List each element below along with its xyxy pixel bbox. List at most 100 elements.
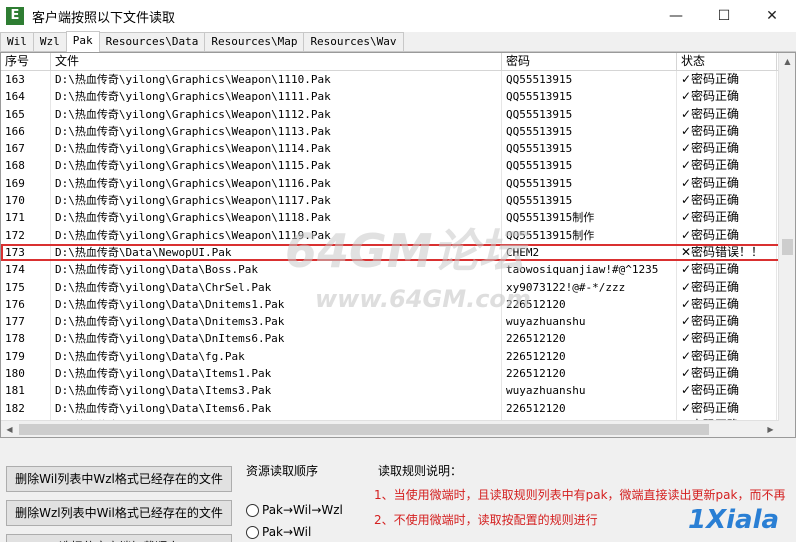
- cell-file: D:\热血传奇\yilong\Graphics\Weapon\1111.Pak: [51, 88, 502, 106]
- tab-wzl[interactable]: Wzl: [32, 32, 67, 51]
- cell-password: QQ55513915: [502, 174, 677, 193]
- table-row[interactable]: 164 D:\热血传奇\yilong\Graphics\Weapon\1111.P…: [1, 88, 795, 106]
- main-window: E 客户端按照以下文件读取 — ☐ ✕ Wil Wzl Pak Resource…: [0, 0, 796, 542]
- delete-wzl-button[interactable]: 删除Wzl列表中Wil格式已经存在的文件: [6, 500, 232, 526]
- cell-index: 180: [1, 365, 51, 383]
- cell-status: ✓密码正确: [677, 122, 777, 141]
- cell-index: 163: [1, 71, 51, 89]
- cell-status: ✓密码正确: [677, 278, 777, 296]
- cell-index: 175: [1, 278, 51, 296]
- table-row[interactable]: 178 D:\热血传奇\yilong\Data\DnItems6.Pak 22651…: [1, 330, 795, 348]
- cell-status: ✓密码正确: [677, 295, 777, 314]
- cell-status: ✓密码正确: [677, 261, 777, 279]
- cell-password: QQ55513915: [502, 140, 677, 158]
- scroll-right-icon[interactable]: ▶: [762, 421, 779, 437]
- cell-status: ✓密码正确: [677, 399, 777, 417]
- cell-password: 226512120: [502, 365, 677, 383]
- tab-wil[interactable]: Wil: [0, 32, 34, 51]
- cell-status: ✓密码正确: [677, 226, 777, 244]
- radio-circle-icon[interactable]: [246, 525, 259, 539]
- cell-status: ✓密码正确: [677, 140, 777, 158]
- cell-status: ✓密码正确: [677, 174, 777, 193]
- cell-status: ✓密码正确: [677, 382, 777, 400]
- cell-index: 174: [1, 261, 51, 279]
- table-row[interactable]: 170 D:\热血传奇\yilong\Graphics\Weapon\1117.P…: [1, 192, 795, 210]
- cell-index: 178: [1, 330, 51, 348]
- horizontal-scrollbar[interactable]: ◀ ▶: [1, 420, 779, 437]
- horizontal-scroll-thumb[interactable]: [19, 424, 709, 435]
- cell-file: D:\热血传奇\yilong\Data\Dnitems3.Pak: [51, 313, 502, 331]
- tab-pak[interactable]: Pak: [65, 31, 100, 52]
- vertical-scroll-thumb[interactable]: [782, 239, 793, 255]
- cell-status: ✓密码正确: [677, 330, 777, 348]
- cell-index: 166: [1, 122, 51, 141]
- cell-password: QQ55513915: [502, 192, 677, 210]
- window-controls: — ☐ ✕: [652, 0, 796, 32]
- scroll-up-icon[interactable]: ▲: [779, 53, 795, 70]
- header-index[interactable]: 序号: [1, 53, 51, 70]
- cell-status: ✓密码正确: [677, 71, 777, 89]
- tab-resources-wav[interactable]: Resources\Wav: [303, 32, 404, 51]
- cell-file: D:\热血传奇\yilong\Data\Items1.Pak: [51, 365, 502, 383]
- watermark-url: www.64GM.com: [315, 285, 531, 313]
- header-status[interactable]: 状态: [677, 53, 777, 70]
- table-row[interactable]: 179 D:\热血传奇\yilong\Data\fg.Pak 226512120 ✓密…: [1, 347, 795, 366]
- radio-circle-icon[interactable]: [246, 503, 259, 517]
- cell-index: 182: [1, 399, 51, 417]
- cell-password: QQ55513915: [502, 105, 677, 123]
- table-row[interactable]: 167 D:\热血传奇\yilong\Graphics\Weapon\1114.P…: [1, 140, 795, 158]
- scroll-left-icon[interactable]: ◀: [1, 421, 18, 437]
- cell-file: D:\热血传奇\yilong\Graphics\Weapon\1117.Pak: [51, 192, 502, 210]
- app-icon: E: [6, 7, 24, 25]
- cell-status: ✓密码正确: [677, 313, 777, 331]
- cell-index: 170: [1, 192, 51, 210]
- cell-status: ✓密码正确: [677, 105, 777, 123]
- cell-password: 226512120: [502, 330, 677, 348]
- cell-password: QQ55513915制作: [502, 226, 677, 244]
- maximize-button[interactable]: ☐: [700, 0, 748, 32]
- table-row[interactable]: 163 D:\热血传奇\yilong\Graphics\Weapon\1110.P…: [1, 71, 795, 89]
- cell-file: D:\热血传奇\yilong\Graphics\Weapon\1113.Pak: [51, 122, 502, 141]
- minimize-button[interactable]: —: [652, 0, 700, 32]
- table-row[interactable]: 165 D:\热血传奇\yilong\Graphics\Weapon\1112.P…: [1, 105, 795, 123]
- vertical-scrollbar[interactable]: ▲: [778, 53, 795, 437]
- order-option-1[interactable]: Pak→Wil→Wzl: [246, 503, 343, 517]
- cell-password: CHEM2: [502, 243, 677, 262]
- delete-wil-button[interactable]: 删除Wil列表中Wzl格式已经存在的文件: [6, 466, 232, 492]
- order-option-2[interactable]: Pak→Wil: [246, 525, 311, 539]
- table-row[interactable]: 166 D:\热血传奇\yilong\Graphics\Weapon\1113.P…: [1, 122, 795, 141]
- order-option-1-label: Pak→Wil→Wzl: [262, 503, 343, 517]
- cell-file: D:\热血传奇\yilong\Data\fg.Pak: [51, 347, 502, 366]
- order-group-label: 资源读取顺序: [246, 464, 319, 478]
- tab-strip: Wil Wzl Pak Resources\Data Resources\Map…: [0, 31, 796, 52]
- table-row[interactable]: 169 D:\热血传奇\yilong\Graphics\Weapon\1116.P…: [1, 174, 795, 193]
- cell-index: 179: [1, 347, 51, 366]
- close-button[interactable]: ✕: [748, 0, 796, 32]
- cell-status: ✓密码正确: [677, 88, 777, 106]
- table-row[interactable]: 177 D:\热血传奇\yilong\Data\Dnitems3.Pak wuyaz…: [1, 313, 795, 331]
- cell-password: QQ55513915: [502, 88, 677, 106]
- rule-1: 1、当使用微端时，且读取规则列表中有pak，微端直接读出更新pak，而不再: [374, 488, 786, 502]
- header-password[interactable]: 密码: [502, 53, 677, 70]
- cell-index: 167: [1, 140, 51, 158]
- cell-file: D:\热血传奇\yilong\Graphics\Weapon\1115.Pak: [51, 157, 502, 175]
- table-row[interactable]: 168 D:\热血传奇\yilong\Graphics\Weapon\1115.P…: [1, 157, 795, 175]
- cell-password: QQ55513915制作: [502, 209, 677, 227]
- table-row[interactable]: 181 D:\热血传奇\yilong\Data\Items3.Pak wuyazhu…: [1, 382, 795, 400]
- cell-file: D:\热血传奇\yilong\Data\Items3.Pak: [51, 382, 502, 400]
- load-order-button[interactable]: 选择使客户端加载顺序: [6, 534, 232, 542]
- watermark-forum: 64GM论坛: [285, 224, 525, 278]
- cell-index: 168: [1, 157, 51, 175]
- table-row[interactable]: 182 D:\热血传奇\yilong\Data\Items6.Pak 2265121…: [1, 399, 795, 417]
- tab-resources-map[interactable]: Resources\Map: [204, 32, 305, 51]
- table-row[interactable]: 180 D:\热血传奇\yilong\Data\Items1.Pak 2265121…: [1, 365, 795, 383]
- cell-file: D:\热血传奇\yilong\Graphics\Weapon\1114.Pak: [51, 140, 502, 158]
- cell-index: 165: [1, 105, 51, 123]
- cell-password: QQ55513915: [502, 71, 677, 89]
- cell-file: D:\热血传奇\yilong\Graphics\Weapon\1116.Pak: [51, 174, 502, 193]
- cell-status: ✓密码正确: [677, 157, 777, 175]
- header-file[interactable]: 文件: [51, 53, 502, 70]
- cell-index: 172: [1, 226, 51, 244]
- cell-file: D:\热血传奇\yilong\Data\Items6.Pak: [51, 399, 502, 417]
- tab-resources-data[interactable]: Resources\Data: [98, 32, 206, 51]
